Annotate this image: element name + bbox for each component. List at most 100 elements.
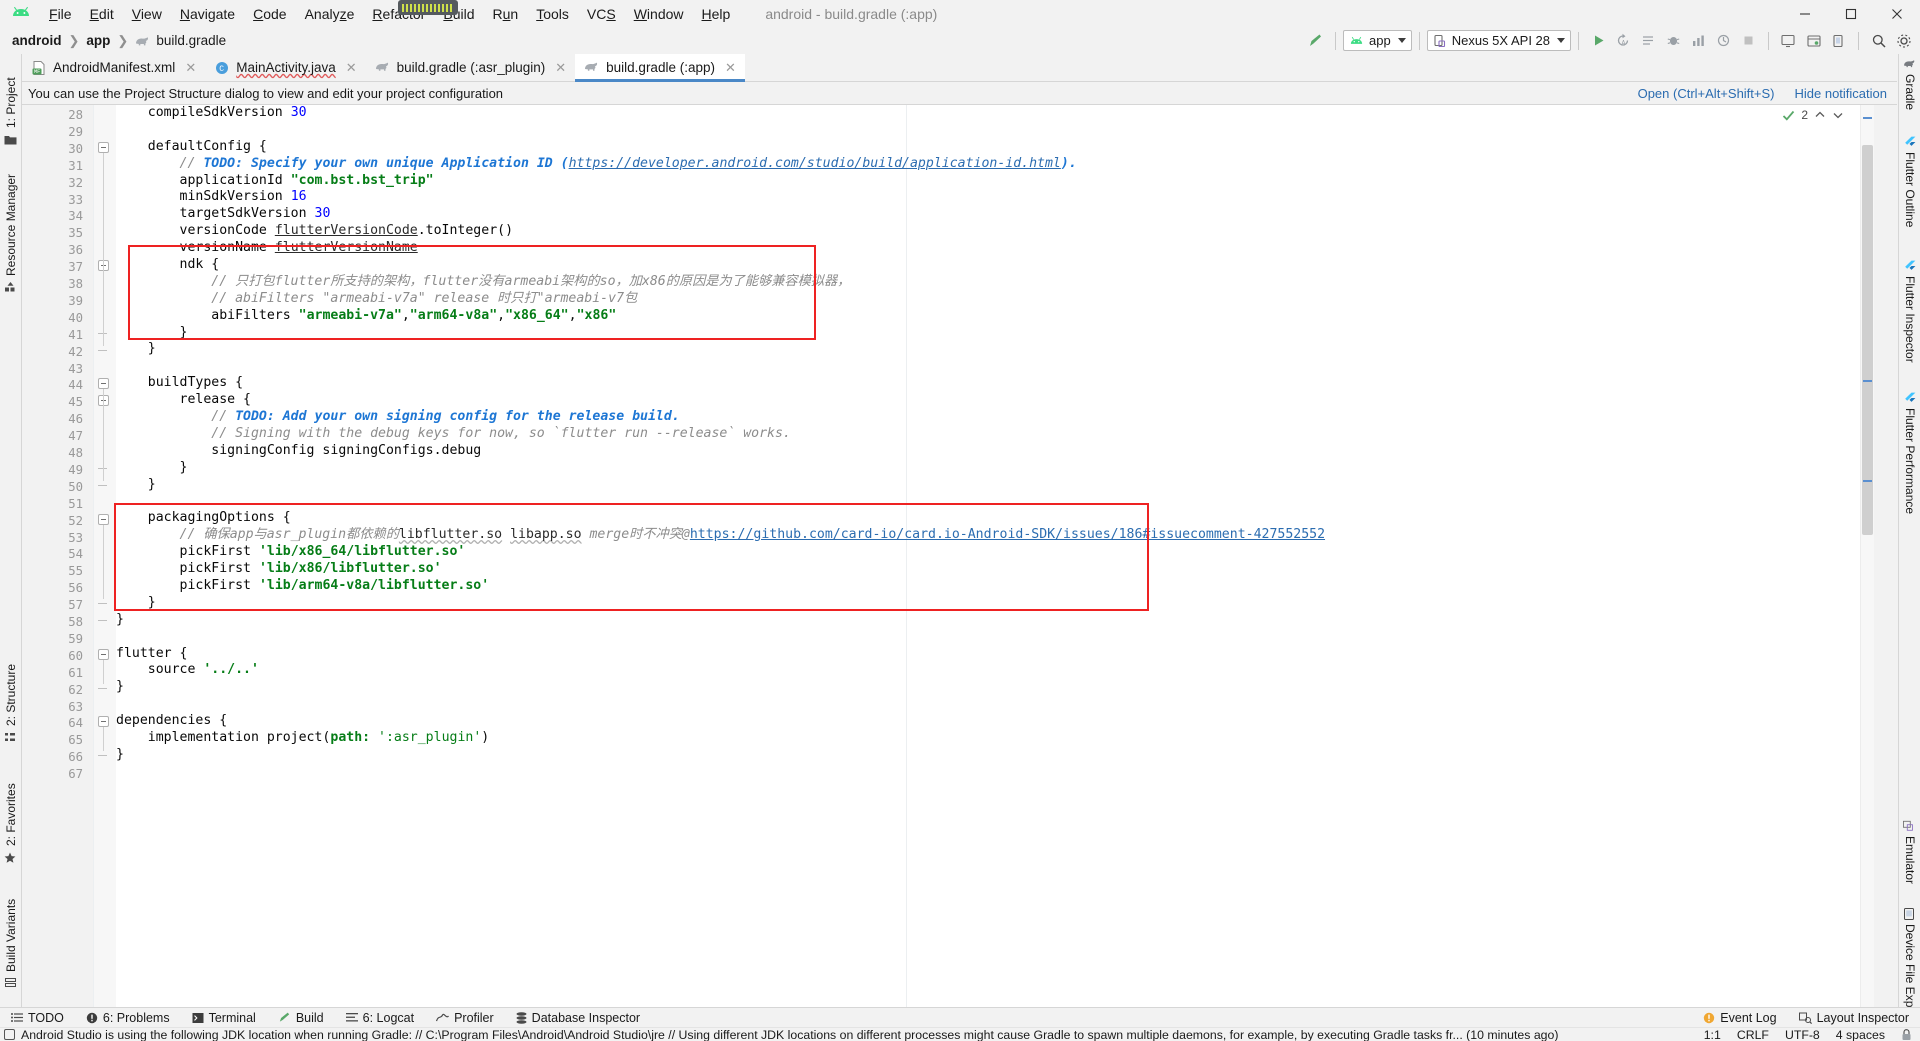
- line-separator[interactable]: CRLF: [1737, 1028, 1769, 1041]
- code-line[interactable]: }: [116, 325, 1874, 342]
- code-line[interactable]: }: [116, 679, 1874, 696]
- code-line[interactable]: pickFirst 'lib/arm64-v8a/libflutter.so': [116, 578, 1874, 595]
- code-line[interactable]: targetSdkVersion 30: [116, 206, 1874, 223]
- code-line[interactable]: }: [116, 747, 1874, 764]
- code-editor[interactable]: 28 29 30 31 32 33 34 35 36 37 38 39 40 41 42 43 44 45 46 47…: [22, 105, 1874, 1007]
- menu-run[interactable]: Run: [484, 3, 528, 25]
- menu-tools[interactable]: Tools: [527, 3, 578, 25]
- menu-help[interactable]: Help: [693, 3, 740, 25]
- fold-end-marker[interactable]: [98, 683, 109, 694]
- tab-build-gradle-app[interactable]: build.gradle (:app) ✕: [575, 54, 745, 82]
- code-line[interactable]: versionName flutterVersionName: [116, 240, 1874, 257]
- make-project-icon[interactable]: [1303, 29, 1328, 53]
- profile-icon[interactable]: [1686, 29, 1711, 53]
- code-line[interactable]: // TODO: Specify your own unique Applica…: [116, 156, 1874, 173]
- code-line[interactable]: [116, 493, 1874, 510]
- code-line[interactable]: ndk {: [116, 257, 1874, 274]
- indent-setting[interactable]: 4 spaces: [1836, 1028, 1885, 1041]
- prev-problem-icon[interactable]: [1814, 109, 1826, 121]
- code-line[interactable]: defaultConfig {: [116, 139, 1874, 156]
- code-line[interactable]: applicationId "com.bst.bst_trip": [116, 173, 1874, 190]
- maximize-button[interactable]: [1828, 0, 1874, 27]
- tab-androidmanifest-xml[interactable]: MF AndroidManifest.xml ✕: [22, 54, 205, 81]
- fold-collapse-icon[interactable]: [98, 716, 109, 728]
- avd-manager-icon[interactable]: [1776, 29, 1801, 53]
- code-line[interactable]: versionCode flutterVersionCode.toInteger…: [116, 223, 1874, 240]
- notification-hide-link[interactable]: Hide notification: [1795, 86, 1888, 101]
- fold-collapse-icon[interactable]: [98, 378, 109, 390]
- code-line[interactable]: packagingOptions {: [116, 510, 1874, 527]
- code-line[interactable]: [116, 764, 1874, 781]
- bottom-item-build[interactable]: Build: [267, 1011, 335, 1025]
- code-line[interactable]: }: [116, 477, 1874, 494]
- code-line[interactable]: }: [116, 460, 1874, 477]
- scrollbar-thumb[interactable]: [1862, 145, 1873, 535]
- code-line[interactable]: }: [116, 341, 1874, 358]
- close-icon[interactable]: ✕: [725, 60, 736, 76]
- sidebar-item-project[interactable]: 1: Project: [0, 58, 22, 128]
- inspection-widget[interactable]: 2: [1782, 108, 1844, 122]
- code-line[interactable]: [116, 358, 1874, 375]
- menu-window[interactable]: Window: [625, 3, 693, 25]
- code-line[interactable]: pickFirst 'lib/x86_64/libflutter.so': [116, 544, 1874, 561]
- attach-debugger-icon[interactable]: [1711, 29, 1736, 53]
- device-selector[interactable]: Nexus 5X API 28: [1426, 30, 1571, 51]
- code-line[interactable]: dependencies {: [116, 713, 1874, 730]
- rightbar-item-flutter-performance[interactable]: Flutter Performance: [1899, 408, 1920, 532]
- next-problem-icon[interactable]: [1832, 109, 1844, 121]
- code-line[interactable]: [116, 122, 1874, 139]
- close-icon[interactable]: ✕: [555, 60, 566, 76]
- caret-position[interactable]: 1:1: [1704, 1028, 1721, 1041]
- sidebar-item-structure[interactable]: 2: Structure: [0, 634, 22, 726]
- fold-collapse-icon[interactable]: [98, 648, 109, 660]
- search-everywhere-icon[interactable]: [1866, 29, 1891, 53]
- code-line[interactable]: }: [116, 612, 1874, 629]
- code-line[interactable]: abiFilters "armeabi-v7a","arm64-v8a","x8…: [116, 308, 1874, 325]
- code-line[interactable]: flutter {: [116, 646, 1874, 663]
- fold-end-marker[interactable]: [98, 750, 109, 761]
- close-icon[interactable]: ✕: [346, 60, 357, 76]
- code-line[interactable]: compileSdkVersion 30: [116, 105, 1874, 122]
- stop-icon[interactable]: [1736, 29, 1761, 53]
- breadcrumb-file[interactable]: build.gradle: [156, 33, 226, 48]
- menu-navigate[interactable]: Navigate: [171, 3, 244, 25]
- minimize-button[interactable]: [1782, 0, 1828, 27]
- sidebar-item-resource-manager[interactable]: Resource Manager: [0, 154, 22, 276]
- code-text-area[interactable]: compileSdkVersion 30 defaultConfig { // …: [116, 105, 1874, 1007]
- menu-vcs[interactable]: VCS: [578, 3, 625, 25]
- sdk-manager-icon[interactable]: [1801, 29, 1826, 53]
- run-icon[interactable]: [1586, 29, 1611, 53]
- menu-analyze[interactable]: Analyze: [296, 3, 364, 25]
- code-line[interactable]: signingConfig signingConfigs.debug: [116, 443, 1874, 460]
- bottom-item-event-log[interactable]: Event Log: [1692, 1011, 1787, 1025]
- code-line[interactable]: release {: [116, 392, 1874, 409]
- bottom-item-database-inspector[interactable]: Database Inspector: [505, 1011, 651, 1025]
- fold-collapse-icon[interactable]: [98, 141, 109, 153]
- notification-open-link[interactable]: Open (Ctrl+Alt+Shift+S): [1638, 86, 1775, 101]
- fold-end-marker[interactable]: [98, 345, 109, 356]
- bottom-item-problems[interactable]: 6: Problems: [75, 1011, 181, 1025]
- code-line[interactable]: source '../..': [116, 662, 1874, 679]
- fold-end-marker[interactable]: [98, 615, 109, 626]
- menu-file[interactable]: File: [40, 3, 81, 25]
- code-line[interactable]: buildTypes {: [116, 375, 1874, 392]
- menu-edit[interactable]: Edit: [81, 3, 123, 25]
- apply-changes-icon[interactable]: A: [1611, 29, 1636, 53]
- code-line[interactable]: // TODO: Add your own signing config for…: [116, 409, 1874, 426]
- sidebar-item-favorites[interactable]: 2: Favorites: [0, 754, 22, 846]
- rightbar-item-gradle[interactable]: Gradle: [1899, 74, 1920, 124]
- run-configuration-selector[interactable]: app: [1343, 30, 1412, 51]
- code-line[interactable]: implementation project(path: ':asr_plugi…: [116, 730, 1874, 747]
- close-button[interactable]: [1874, 0, 1920, 27]
- fold-end-marker[interactable]: [98, 480, 109, 491]
- file-encoding[interactable]: UTF-8: [1785, 1028, 1820, 1041]
- bottom-item-logcat[interactable]: 6: Logcat: [335, 1011, 425, 1025]
- bottom-item-terminal[interactable]: Terminal: [181, 1011, 267, 1025]
- debug-icon[interactable]: [1661, 29, 1686, 53]
- code-line[interactable]: // 只打包flutter所支持的架构，flutter没有armeabi架构的s…: [116, 274, 1874, 291]
- code-line[interactable]: }: [116, 595, 1874, 612]
- bottom-item-layout-inspector[interactable]: Layout Inspector: [1788, 1011, 1920, 1025]
- bottom-item-todo[interactable]: TODO: [0, 1011, 75, 1025]
- code-line[interactable]: minSdkVersion 16: [116, 189, 1874, 206]
- code-line[interactable]: [116, 696, 1874, 713]
